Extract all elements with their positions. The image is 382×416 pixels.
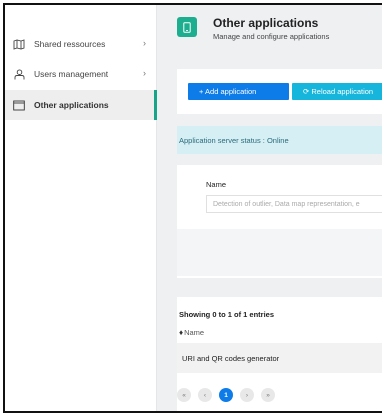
user-icon	[13, 68, 25, 80]
column-header-label: Name	[184, 327, 205, 337]
page-header: Other applications Manage and configure …	[157, 5, 382, 49]
last-page-button[interactable]: »	[261, 388, 275, 402]
next-page-button[interactable]: ›	[240, 388, 254, 402]
sidebar-item-label: Shared ressources	[34, 39, 106, 49]
column-header-name[interactable]: ♦ Name	[177, 323, 382, 341]
sidebar-item-label: Other applications	[34, 100, 109, 110]
chevron-right-icon: ›	[143, 68, 146, 78]
main-content: Other applications Manage and configure …	[157, 5, 382, 411]
reload-application-button[interactable]: ⟳ Reload application	[292, 83, 382, 100]
server-status-alert: Application server status : Online	[177, 126, 382, 154]
filter-footer	[177, 229, 382, 276]
name-filter-label: Name	[206, 180, 227, 189]
sort-icon: ♦	[179, 327, 184, 337]
entries-info: Showing 0 to 1 of 1 entries	[179, 310, 275, 319]
page-title: Other applications	[213, 16, 319, 30]
sidebar: Shared ressources › Users management › O…	[5, 5, 157, 411]
applications-table-card: Showing 0 to 1 of 1 entries ♦ Name URI a…	[177, 297, 382, 411]
page-subtitle: Manage and configure applications	[213, 32, 330, 41]
app-window: Shared ressources › Users management › O…	[3, 3, 382, 413]
previous-page-button[interactable]: ‹	[198, 388, 212, 402]
add-application-button[interactable]: + Add application	[188, 83, 289, 100]
filter-card: Name Detection of outlier, Data map repr…	[177, 165, 382, 278]
table-cell-name: URI and QR codes generator	[182, 353, 280, 363]
chevron-right-icon: ›	[143, 38, 146, 48]
tablet-icon	[177, 17, 197, 37]
page-1-button[interactable]: 1	[219, 388, 233, 402]
sidebar-item-users-management[interactable]: Users management ›	[5, 59, 157, 89]
sidebar-item-shared-ressources[interactable]: Shared ressources ›	[5, 29, 157, 59]
first-page-button[interactable]: «	[177, 388, 191, 402]
sidebar-item-label: Users management	[34, 69, 109, 79]
window-icon	[13, 99, 25, 111]
table-row[interactable]: URI and QR codes generator	[177, 343, 382, 373]
sidebar-item-other-applications[interactable]: Other applications	[5, 90, 157, 120]
pagination: « ‹ 1 › »	[177, 388, 282, 402]
map-icon	[13, 38, 25, 50]
name-filter-input[interactable]: Detection of outlier, Data map represent…	[206, 195, 382, 213]
